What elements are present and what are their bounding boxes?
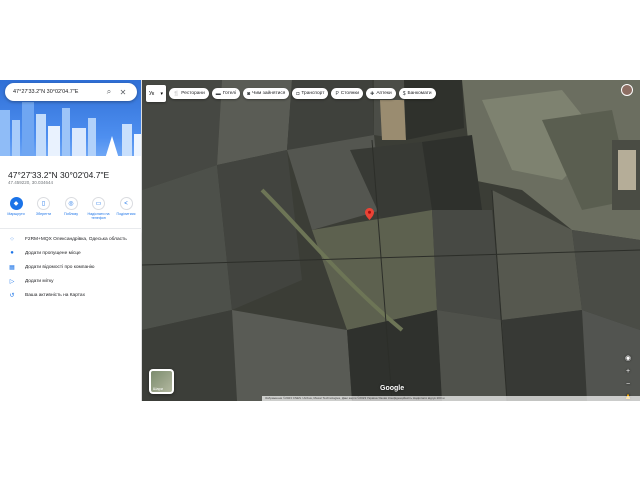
place-title: 47°27'33.2"N 30°02'04.7"E: [8, 170, 110, 180]
share-icon: <: [119, 197, 133, 210]
label-icon: ▷: [9, 278, 15, 285]
hotel-icon: ▬: [215, 90, 221, 97]
layers-label: Шари: [153, 387, 163, 391]
chip-transit[interactable]: ◘ Транспорт: [292, 88, 329, 99]
language-value: Ук: [149, 90, 155, 97]
divider: [0, 228, 141, 229]
place-hero-image: ⌕ ✕: [0, 80, 141, 162]
add-missing-place-text: Додати пропущене місце: [25, 250, 81, 256]
chip-things-to-do[interactable]: ◙ Чим зайнятися: [243, 88, 290, 99]
satellite-map[interactable]: Ук ▾ 🍴 Ресторани ▬ Готелі ◙ Чим зайнятися ◘…: [142, 80, 640, 401]
history-icon: ↺: [9, 292, 15, 299]
maps-activity-text: Ваша активність на Картах: [25, 292, 85, 298]
map-attribution: Зображення ©2023 CNES / Airbus, Maxar Te…: [262, 396, 640, 401]
plus-code-icon: ⁘: [9, 236, 15, 243]
chip-label: Банкомати: [407, 91, 432, 96]
phone-icon: ▭: [92, 197, 105, 210]
zoom-out-button[interactable]: −: [623, 379, 633, 389]
account-avatar[interactable]: [621, 84, 633, 96]
plus-code-row[interactable]: ⁘ F2RM+MQX Олександрівка, Одеська област…: [8, 234, 127, 244]
chip-label: Ресторани: [181, 91, 205, 96]
bookmark-icon: ▯: [37, 197, 50, 210]
google-logo: Google: [380, 385, 405, 392]
add-place-icon: ●: [10, 250, 14, 256]
zoom-in-button[interactable]: +: [623, 366, 633, 376]
add-label-text: Додати мітку: [25, 278, 54, 284]
directions-icon: ◆: [9, 197, 23, 210]
action-label: Надіслати на телефон: [87, 212, 110, 220]
chip-label: Готелі: [222, 91, 237, 96]
decimal-coordinates[interactable]: 47.459220, 30.034644: [8, 180, 53, 185]
my-location-icon[interactable]: ◉: [623, 353, 633, 363]
layers-toggle[interactable]: Шари: [149, 369, 174, 394]
chip-atms[interactable]: $ Банкомати: [398, 88, 436, 99]
transit-icon: ◘: [296, 90, 300, 97]
chip-label: Транспорт: [301, 91, 325, 96]
maps-activity-row[interactable]: ↺ Ваша активність на Картах: [8, 290, 85, 300]
pharmacy-icon: ✚: [370, 90, 375, 97]
nearby-button[interactable]: ◎ Поблизу: [59, 197, 83, 220]
atm-icon: $: [402, 90, 406, 97]
restaurant-icon: 🍴: [173, 90, 180, 97]
chip-pharmacies[interactable]: ✚ Аптеки: [366, 88, 396, 99]
satellite-imagery: [142, 80, 640, 401]
save-button[interactable]: ▯ Зберегти: [32, 197, 56, 220]
chip-parking[interactable]: P Стоянки: [331, 88, 364, 99]
action-label: Поділитися: [116, 212, 136, 216]
action-label: Поблизу: [64, 212, 78, 216]
chip-label: Аптеки: [376, 91, 392, 96]
share-button[interactable]: < Поділитися: [114, 197, 138, 220]
action-buttons: ◆ Маршрути ▯ Зберегти ◎ Поблизу ▭ Надісл…: [4, 197, 138, 220]
location-pin-icon[interactable]: [365, 208, 374, 220]
add-label-row[interactable]: ▷ Додати мітку: [8, 276, 54, 286]
language-selector[interactable]: Ук ▾: [146, 85, 166, 102]
chip-restaurants[interactable]: 🍴 Ресторани: [169, 88, 209, 99]
add-business-row[interactable]: ▦ Додати відомості про компанію: [8, 262, 94, 272]
maps-window: ⌕ ✕ 47°27'33.2"N 30°02'04.7"E 47.459220,…: [0, 80, 640, 401]
add-missing-place-row[interactable]: ● Додати пропущене місце: [8, 248, 81, 258]
directions-button[interactable]: ◆ Маршрути: [4, 197, 28, 220]
category-chips: Ук ▾ 🍴 Ресторани ▬ Готелі ◙ Чим зайнятися ◘…: [146, 85, 436, 102]
parking-icon: P: [335, 90, 339, 97]
action-label: Зберегти: [35, 212, 52, 216]
nearby-icon: ◎: [64, 197, 78, 210]
search-box[interactable]: ⌕ ✕: [5, 83, 137, 101]
business-icon: ▦: [9, 264, 15, 271]
close-icon[interactable]: ✕: [117, 86, 129, 98]
action-label: Маршрути: [7, 212, 25, 216]
search-icon[interactable]: ⌕: [103, 86, 115, 98]
add-business-text: Додати відомості про компанію: [25, 264, 95, 270]
map-controls: ◉ + − ♟: [623, 353, 633, 401]
chip-hotels[interactable]: ▬ Готелі: [211, 88, 241, 99]
sidebar-panel: ⌕ ✕ 47°27'33.2"N 30°02'04.7"E 47.459220,…: [0, 80, 142, 401]
plus-code-text: F2RM+MQX Олександрівка, Одеська область: [25, 236, 127, 242]
chevron-down-icon: ▾: [160, 90, 163, 97]
chip-label: Стоянки: [340, 91, 360, 96]
camera-icon: ◙: [247, 90, 251, 97]
search-input[interactable]: [13, 89, 101, 95]
send-to-phone-button[interactable]: ▭ Надіслати на телефон: [87, 197, 111, 220]
chip-label: Чим зайнятися: [252, 91, 286, 96]
